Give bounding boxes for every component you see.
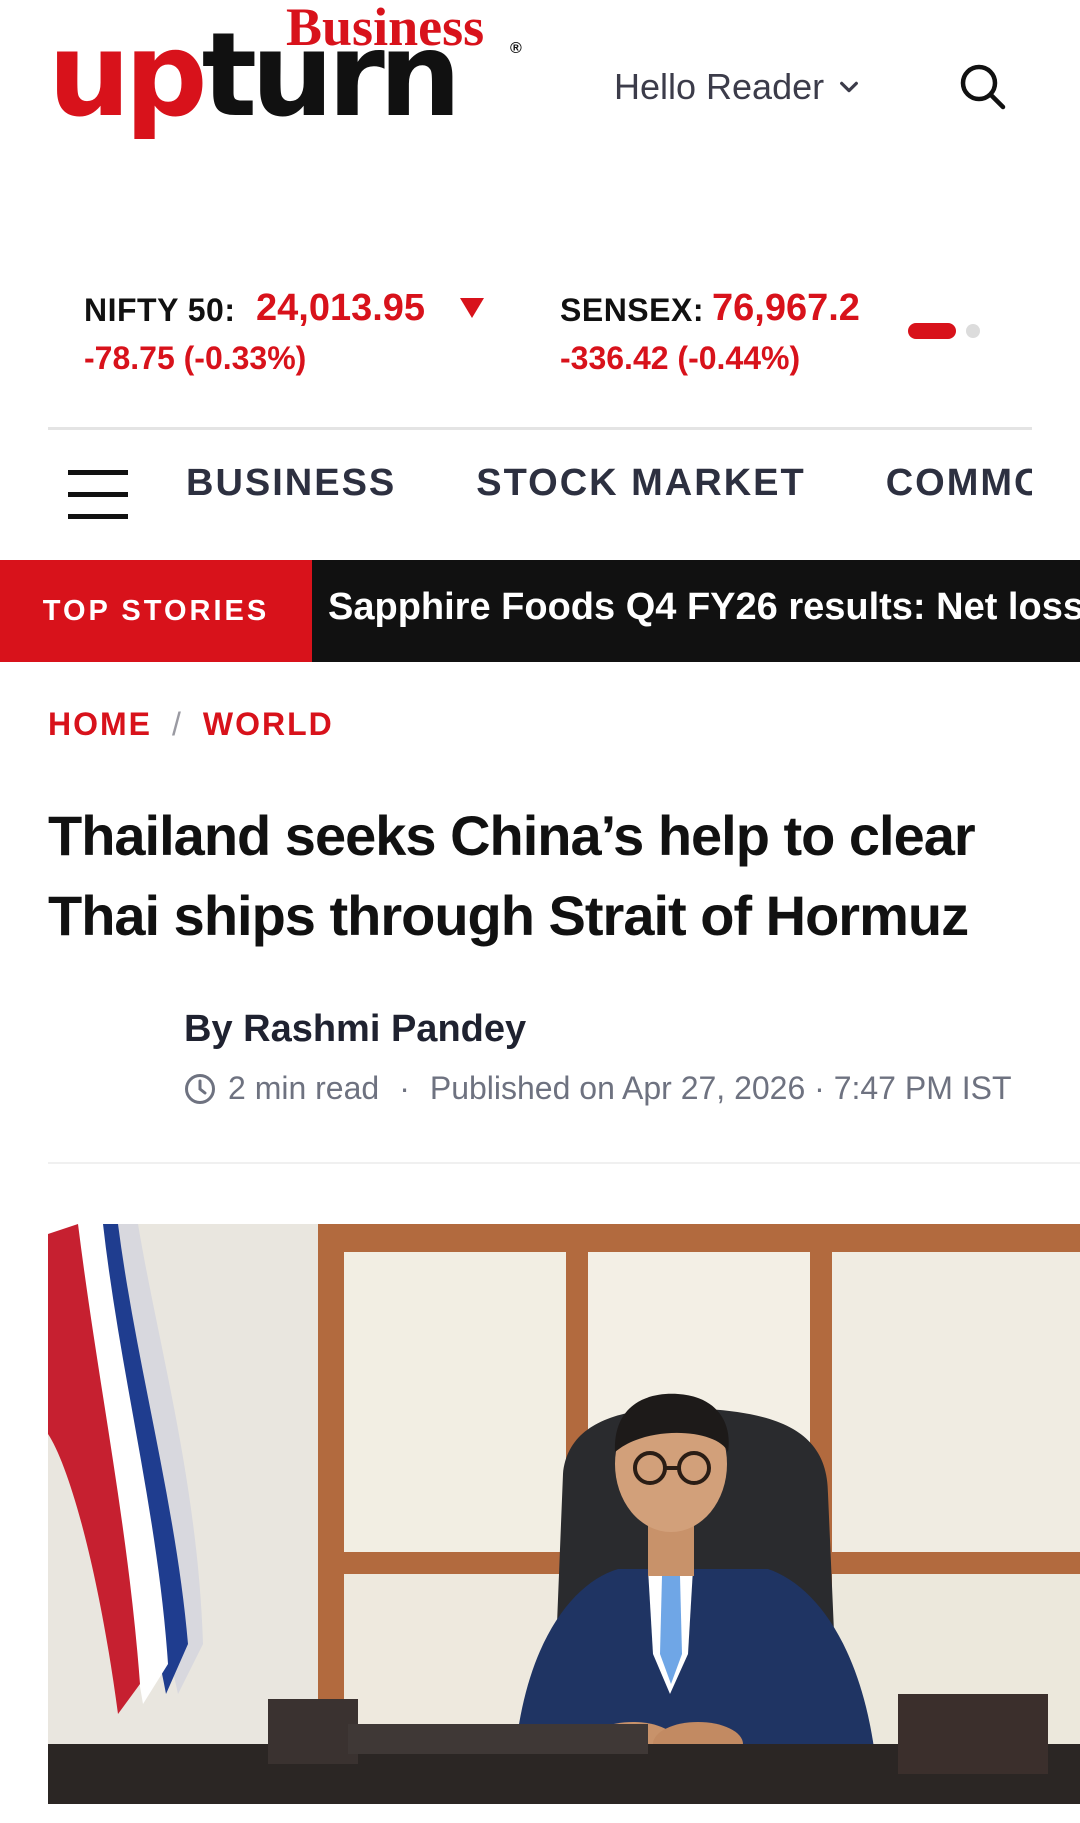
breadcrumb-world[interactable]: WORLD (203, 706, 334, 743)
logo-wordmark: upturn (48, 18, 461, 134)
nifty-value: 24,013.95 (256, 287, 426, 329)
nifty-change: -78.75 (-0.33%) (84, 340, 307, 376)
pagination-dot-active[interactable] (908, 323, 956, 339)
top-stories-bar: TOP STORIES Sapphire Foods Q4 FY26 resul… (0, 560, 1080, 662)
read-time: 2 min read (228, 1070, 380, 1106)
sensex-change: -336.42 (-0.44%) (560, 340, 801, 376)
logo-registered-mark: ® (510, 40, 522, 57)
nav-item-commodities[interactable]: COMMODITIES (886, 462, 1032, 505)
article-title: Thailand seeks China’s help to clear Tha… (48, 804, 976, 947)
breadcrumb: HOME / WORLD (48, 706, 334, 743)
nifty-label: NIFTY 50: (84, 292, 236, 328)
sensex-label: SENSEX: (560, 292, 704, 328)
divider (48, 1162, 1080, 1164)
logo-up-text: up (48, 8, 208, 143)
top-stories-headline[interactable]: Sapphire Foods Q4 FY26 results: Net loss (328, 586, 1080, 629)
sensex-value: 76,967.2 (712, 287, 860, 329)
author-byline[interactable]: By Rashmi Pandey (184, 1008, 526, 1051)
published-date: Published on Apr 27, 2026 · 7:47 PM IST (429, 1070, 1012, 1106)
search-icon[interactable] (958, 62, 1008, 112)
divider (48, 427, 1032, 430)
greeting-text: Hello Reader (614, 66, 825, 107)
nav-item-stock-market[interactable]: STOCK MARKET (476, 462, 805, 505)
nav-item-business[interactable]: BUSINESS (186, 462, 396, 505)
chevron-down-icon (840, 81, 859, 93)
menu-icon[interactable] (68, 468, 128, 520)
pagination-dot[interactable] (966, 324, 980, 338)
breadcrumb-home[interactable]: HOME (48, 706, 152, 743)
main-nav: BUSINESS STOCK MARKET COMMODITIES (186, 462, 1032, 522)
top-stories-label: TOP STORIES (0, 560, 312, 662)
down-arrow-icon (460, 298, 484, 318)
meta-separator: · (399, 1070, 410, 1106)
breadcrumb-separator: / (172, 706, 183, 742)
article-hero-image (48, 1224, 1080, 1804)
sensex-value-clip: 76,967.2 (712, 286, 862, 336)
logo-turn-text: turn (201, 8, 462, 143)
site-logo[interactable]: Business upturn ® (48, 0, 538, 160)
clock-icon (185, 1073, 215, 1104)
article-meta: 2 min read · Published on Apr 27, 2026 ·… (184, 1070, 1012, 1107)
ticker-pagination[interactable] (908, 323, 980, 339)
account-menu[interactable]: Hello Reader (614, 66, 860, 108)
hero-illustration (48, 1224, 1080, 1804)
